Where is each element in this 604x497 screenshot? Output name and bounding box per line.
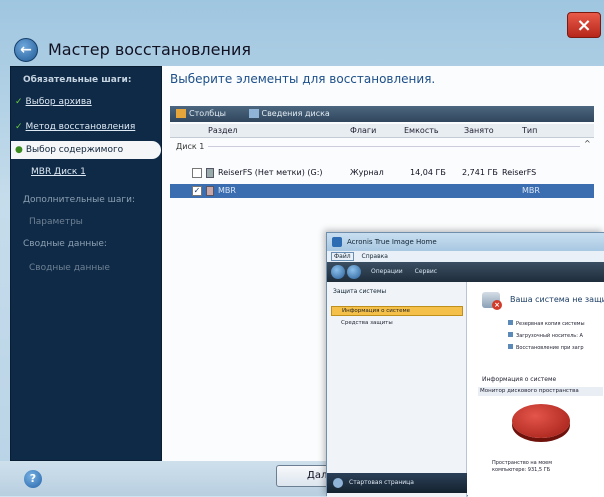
status-icon	[508, 344, 513, 349]
back-nav-icon[interactable]	[331, 265, 345, 279]
col-capacity[interactable]: Емкость	[404, 126, 439, 135]
disk-usage-pie	[512, 404, 570, 438]
status-line[interactable]: Восстановление при загр	[508, 344, 584, 351]
col-flags[interactable]: Флаги	[350, 126, 376, 135]
row-type: ReiserFS	[502, 168, 537, 177]
current-step-dot-icon: ●	[15, 145, 23, 155]
divider	[208, 146, 580, 147]
col-partition[interactable]: Раздел	[208, 126, 238, 135]
status-line[interactable]: Резервная копия системы	[508, 320, 585, 327]
grid-toolbar: Столбцы Сведения диска	[170, 106, 594, 122]
status-icon	[508, 332, 513, 337]
system-info-label: Информация о системе	[482, 376, 557, 383]
operations-menu[interactable]: Операции	[371, 268, 403, 275]
col-used[interactable]: Занято	[464, 126, 494, 135]
acronis-content-pane: × Ваша система не защи Резервная копия с…	[468, 282, 604, 497]
disk-monitor-label: Монитор дискового пространства	[478, 387, 603, 396]
acronis-titlebar: Acronis True Image Home	[327, 233, 604, 251]
row-type: MBR	[522, 186, 540, 195]
back-arrow-icon[interactable]: ←	[14, 38, 38, 62]
row-checkbox[interactable]	[192, 168, 202, 178]
grid-header: Раздел Флаги Емкость Занято Тип	[170, 124, 594, 138]
checkmark-icon: ✓	[15, 122, 23, 132]
system-protection-heading: Защита системы	[333, 288, 387, 295]
warning-icon: ×	[492, 300, 502, 310]
status-line[interactable]: Загрузочный носитель: А	[508, 332, 583, 339]
columns-icon	[176, 109, 186, 118]
close-window-button[interactable]: ×	[567, 12, 601, 38]
col-type[interactable]: Тип	[522, 126, 537, 135]
disk-icon	[248, 109, 259, 118]
acronis-logo-icon	[332, 237, 342, 247]
disk-space-text: Пространство на моем компьютере: 931,5 Г…	[492, 460, 553, 473]
collapse-caret-icon[interactable]: ^	[584, 139, 591, 148]
nav-system-info[interactable]: Информация о системе	[331, 306, 463, 316]
step-summary: Сводные данные	[29, 263, 110, 273]
partition-icon	[206, 168, 214, 178]
acronis-window: Acronis True Image Home Файл Справка Опе…	[326, 232, 604, 497]
row-name: ReiserFS (Нет метки) (G:)	[218, 168, 323, 177]
row-checkbox[interactable]: ✓	[192, 186, 202, 196]
summary-heading: Сводные данные:	[23, 239, 107, 249]
acronis-menubar: Файл Справка	[327, 251, 604, 262]
disk-group-label: Диск 1	[176, 142, 205, 151]
mbr-icon	[206, 186, 214, 196]
status-icon	[508, 320, 513, 325]
window-title: Мастер восстановления	[48, 40, 251, 59]
table-row[interactable]: ReiserFS (Нет метки) (G:) Журнал 14,04 Г…	[170, 166, 594, 180]
acronis-nav-pane: Защита системы Информация о системе Сред…	[327, 282, 467, 497]
row-flags: Журнал	[350, 168, 384, 177]
home-icon	[333, 478, 343, 488]
help-icon[interactable]: ?	[24, 470, 42, 488]
nav-protection-tools[interactable]: Средства защиты	[331, 320, 393, 326]
table-row[interactable]: ✓ MBR MBR	[170, 184, 594, 198]
disk-properties-button[interactable]: Сведения диска	[248, 109, 340, 118]
step-select-archive[interactable]: ✓ Выбор архива	[11, 97, 163, 107]
forward-nav-icon[interactable]	[347, 265, 361, 279]
required-steps-heading: Обязательные шаги:	[23, 75, 132, 85]
service-menu[interactable]: Сервис	[415, 268, 437, 275]
acronis-toolbar: Операции Сервис	[327, 262, 604, 282]
start-page-button[interactable]: Стартовая страница	[327, 473, 467, 493]
step-recovery-method[interactable]: ✓ Метод восстановления	[11, 122, 163, 132]
page-heading: Выберите элементы для восстановления.	[170, 72, 436, 86]
columns-button[interactable]: Столбцы	[176, 109, 236, 118]
protection-status-heading: Ваша система не защи	[510, 295, 604, 304]
menu-file[interactable]: Файл	[331, 252, 354, 261]
step-mbr-disk[interactable]: MBR Диск 1	[11, 167, 163, 177]
row-name: MBR	[218, 186, 236, 195]
checkmark-icon: ✓	[15, 97, 23, 107]
step-select-content[interactable]: ● Выбор содержимого	[11, 141, 161, 159]
row-used: 2,741 ГБ	[462, 168, 498, 177]
row-capacity: 14,04 ГБ	[410, 168, 446, 177]
menu-help[interactable]: Справка	[362, 253, 388, 260]
wizard-steps-sidebar: Обязательные шаги: ✓ Выбор архива ✓ Метод …	[10, 66, 162, 461]
step-parameters: Параметры	[29, 217, 83, 227]
additional-steps-heading: Дополнительные шаги:	[23, 195, 135, 205]
